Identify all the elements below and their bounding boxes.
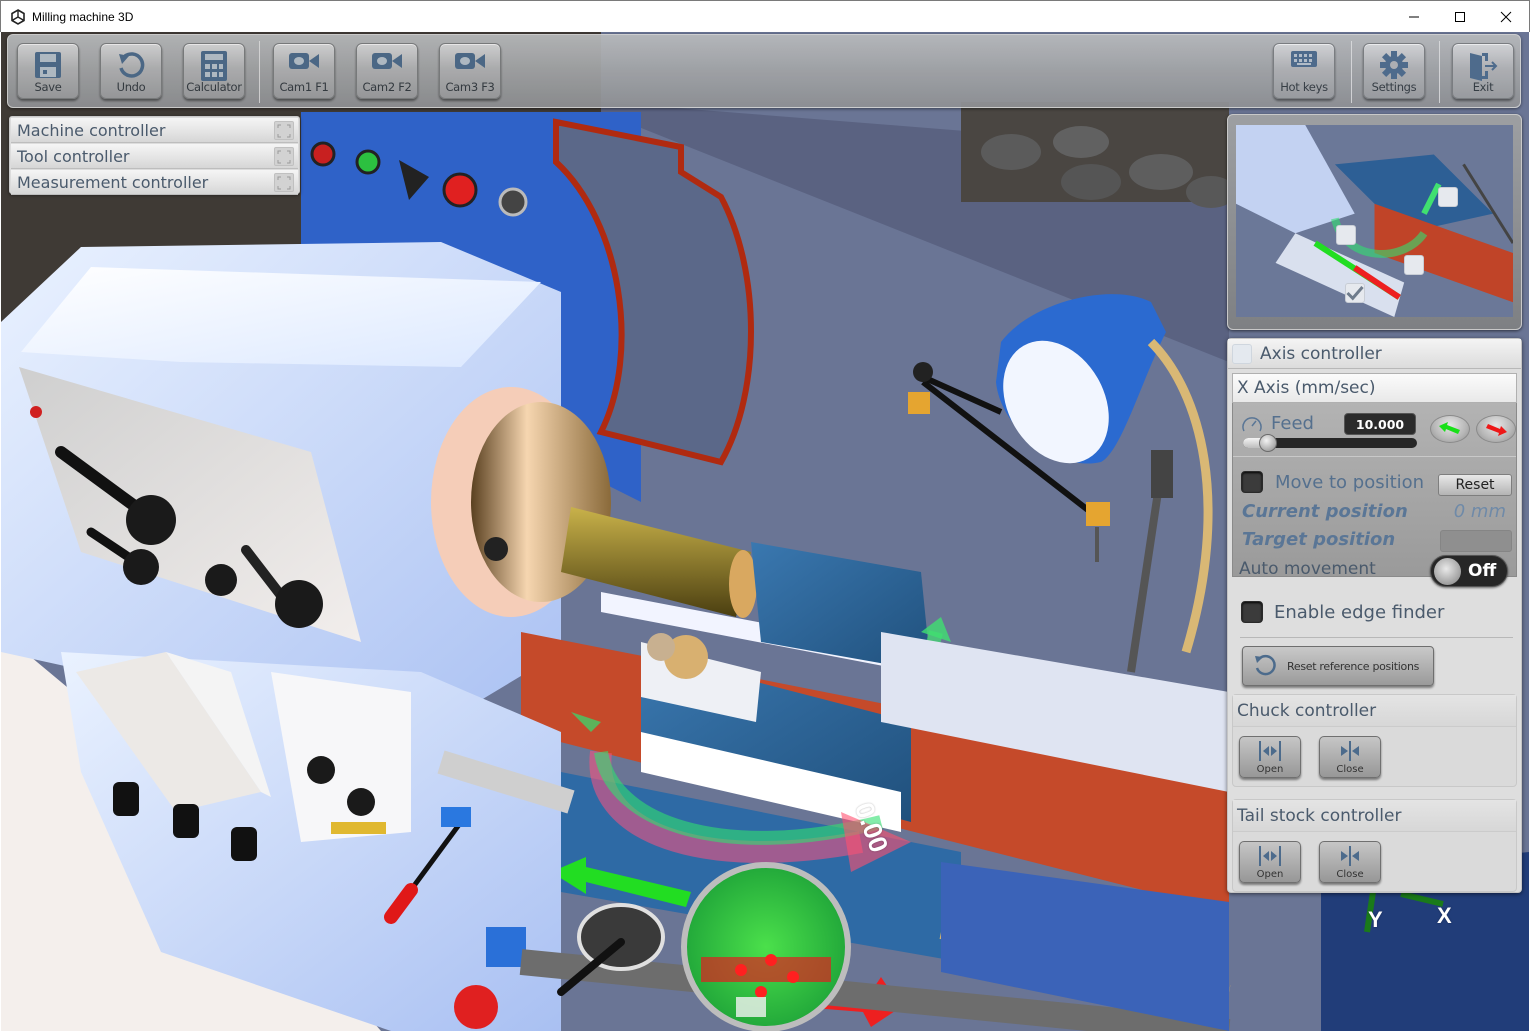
camera-1-button[interactable]: Cam1 F1 (273, 43, 335, 99)
save-icon (35, 52, 61, 78)
move-positive-button[interactable] (1476, 415, 1516, 443)
axis-controller-panel: Axis controller X Axis (mm/sec) Feed 10.… (1227, 338, 1522, 893)
expand-icon (277, 150, 291, 163)
camera-select-checkbox[interactable] (1438, 187, 1458, 207)
window-title-bar: Milling machine 3D (0, 0, 1530, 32)
close-jaws-icon (1341, 846, 1359, 866)
main-toolbar: Save Undo Calculator Cam1 F1 Cam2 F2 Cam… (7, 34, 1521, 108)
expand-button[interactable] (274, 173, 294, 192)
save-button[interactable]: Save (17, 43, 79, 99)
auto-movement-label: Auto movement (1239, 559, 1376, 579)
settings-button[interactable]: Settings (1363, 43, 1425, 99)
x-axis-controls: Feed 10.000 Move to position Reset Curre… (1232, 403, 1517, 577)
tailstock-open-button[interactable]: Open (1239, 841, 1301, 883)
target-position-label: Target position (1242, 529, 1396, 550)
minimize-button[interactable] (1391, 1, 1437, 32)
exit-button[interactable]: Exit (1452, 43, 1514, 99)
tool-controller-item[interactable]: Tool controller (11, 144, 298, 169)
calculator-button[interactable]: Calculator (183, 43, 245, 99)
green-arrow-left-icon (1439, 422, 1460, 434)
camera-preview-render (1236, 125, 1513, 317)
current-position-value: 0 mm (1453, 501, 1506, 522)
calculator-icon (201, 51, 227, 81)
gear-icon (1380, 51, 1408, 79)
expand-button[interactable] (274, 121, 294, 140)
toolbar-separator (1351, 41, 1352, 103)
close-jaws-icon (1341, 741, 1359, 761)
red-arrow-right-icon (1486, 424, 1507, 436)
camera-preview[interactable] (1236, 125, 1513, 317)
chuck-controller-panel: Chuck controller Open Close (1232, 694, 1517, 787)
camera-select-checkbox[interactable] (1336, 225, 1356, 245)
unity-logo-icon (11, 8, 25, 25)
maximize-button[interactable] (1437, 1, 1483, 32)
chuck-open-button[interactable]: Open (1239, 736, 1301, 778)
current-position-label: Current position (1242, 501, 1408, 522)
divider (1233, 456, 1516, 457)
speedometer-icon (1242, 416, 1262, 431)
feed-slider-thumb[interactable] (1259, 434, 1277, 452)
camera-2-icon (372, 53, 402, 69)
camera-select-checkbox-checked[interactable] (1345, 283, 1365, 303)
close-button[interactable] (1483, 1, 1529, 32)
chuck-close-button[interactable]: Close (1319, 736, 1381, 778)
expand-icon (277, 124, 291, 137)
move-negative-button[interactable] (1430, 415, 1470, 443)
minimize-icon (1409, 16, 1419, 17)
exit-door-icon (1470, 53, 1498, 81)
keyboard-icon (1291, 51, 1317, 67)
magnifier-loupe (681, 862, 851, 1031)
open-jaws-icon (1259, 846, 1281, 866)
expand-icon (277, 176, 291, 189)
camera-3-icon (455, 53, 485, 69)
y-axis-label: Y (1368, 907, 1383, 932)
chuck-controller-title: Chuck controller (1237, 700, 1377, 721)
expand-button[interactable] (274, 147, 294, 166)
divider (1240, 637, 1513, 638)
tailstock-close-button[interactable]: Close (1319, 841, 1381, 883)
open-jaws-icon (1259, 741, 1281, 761)
x-axis-label: X (1437, 903, 1452, 928)
window-title: Milling machine 3D (32, 9, 134, 24)
x-axis-header: X Axis (mm/sec) (1232, 373, 1517, 403)
axis-controller-header[interactable]: Axis controller (1228, 339, 1521, 369)
toggle-state: Off (1468, 561, 1497, 581)
feed-value-field[interactable]: 10.000 (1344, 413, 1416, 435)
hot-keys-button[interactable]: Hot keys (1273, 43, 1335, 99)
checkmark-icon (1346, 286, 1364, 301)
reset-icon (1255, 654, 1276, 676)
undo-icon (119, 52, 145, 78)
camera-select-checkbox[interactable] (1404, 255, 1424, 275)
camera-preview-panel (1227, 114, 1522, 330)
undo-button[interactable]: Undo (100, 43, 162, 99)
auto-movement-toggle[interactable]: Off (1430, 555, 1508, 587)
reset-button[interactable]: Reset (1438, 474, 1512, 496)
close-icon (1500, 11, 1512, 22)
measurement-controller-item[interactable]: Measurement controller (11, 170, 298, 195)
feed-slider[interactable] (1243, 434, 1417, 452)
toolbar-separator (1439, 41, 1440, 103)
camera-3-button[interactable]: Cam3 F3 (439, 43, 501, 99)
tailstock-controller-title: Tail stock controller (1237, 805, 1402, 826)
edge-finder-checkbox[interactable] (1241, 601, 1263, 623)
axis-controller-checkbox[interactable] (1232, 343, 1252, 364)
reset-reference-positions-button[interactable]: Reset reference positions (1242, 646, 1434, 686)
toolbar-separator (259, 41, 260, 103)
move-to-position-checkbox[interactable] (1241, 471, 1263, 493)
controller-list: Machine controller Tool controller Measu… (9, 116, 300, 195)
target-position-input[interactable] (1440, 530, 1512, 552)
toggle-knob (1434, 558, 1461, 585)
maximize-icon (1455, 11, 1465, 22)
machine-controller-item[interactable]: Machine controller (11, 118, 298, 143)
tailstock-controller-panel: Tail stock controller Open Close (1232, 799, 1517, 892)
camera-1-icon (289, 53, 319, 69)
camera-2-button[interactable]: Cam2 F2 (356, 43, 418, 99)
